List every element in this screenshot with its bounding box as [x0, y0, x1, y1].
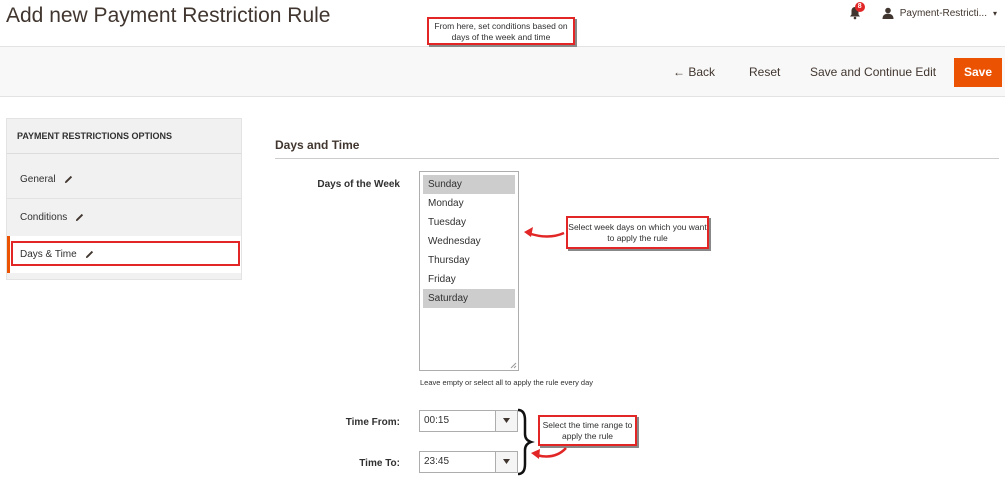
day-option-tuesday[interactable]: Tuesday	[423, 213, 515, 232]
days-of-week-multiselect[interactable]: Sunday Monday Tuesday Wednesday Thursday…	[419, 171, 519, 371]
section-title: Days and Time	[275, 138, 360, 152]
callout-select-time-range: Select the time range to apply the rule	[538, 415, 637, 446]
pencil-icon	[76, 213, 84, 221]
save-button[interactable]: Save	[954, 58, 1002, 87]
time-from-select[interactable]: 00:15	[419, 410, 518, 432]
day-option-friday[interactable]: Friday	[423, 270, 515, 289]
day-option-wednesday[interactable]: Wednesday	[423, 232, 515, 251]
callout-days-time-info: From here, set conditions based on days …	[427, 17, 575, 45]
notification-count-badge: 8	[854, 2, 865, 12]
time-from-value: 00:15	[424, 415, 450, 426]
page-actions-toolbar: ← Back Reset Save and Continue Edit Save	[0, 46, 1005, 97]
user-name: Payment-Restricti...	[899, 7, 987, 19]
time-to-value: 23:45	[424, 456, 450, 467]
day-option-monday[interactable]: Monday	[423, 194, 515, 213]
sidebar-item-label: Conditions	[20, 211, 68, 223]
sidebar-item-label: General	[20, 174, 56, 185]
dropdown-arrow[interactable]	[495, 452, 517, 472]
sidebar-item-conditions[interactable]: Conditions	[7, 198, 241, 235]
dropdown-arrow[interactable]	[495, 411, 517, 431]
days-hint-text: Leave empty or select all to apply the r…	[420, 378, 594, 387]
time-to-label: Time To:	[359, 458, 400, 469]
header-actions: 8 Payment-Restricti... ▾	[848, 2, 997, 20]
time-from-label: Time From:	[345, 417, 400, 428]
user-menu[interactable]: Payment-Restricti... ▾	[882, 7, 997, 19]
time-to-select[interactable]: 23:45	[419, 451, 518, 473]
section-divider	[275, 158, 999, 159]
callout-select-weekdays: Select week days on which you want to ap…	[566, 216, 709, 249]
caret-down-icon: ▾	[992, 8, 997, 18]
day-option-sunday[interactable]: Sunday	[423, 175, 515, 194]
user-icon	[882, 7, 894, 19]
resize-handle-icon[interactable]	[510, 362, 517, 369]
day-option-saturday[interactable]: Saturday	[423, 289, 515, 308]
day-option-thursday[interactable]: Thursday	[423, 251, 515, 270]
sidebar-item-general[interactable]: General	[7, 161, 241, 198]
days-time-highlight-box	[11, 241, 240, 266]
notifications-button[interactable]: 8	[848, 2, 865, 20]
pencil-icon	[64, 175, 72, 184]
reset-button[interactable]: Reset	[749, 47, 780, 97]
chevron-down-icon	[503, 459, 510, 464]
save-and-continue-button[interactable]: Save and Continue Edit	[810, 47, 936, 97]
chevron-down-icon	[503, 418, 510, 423]
back-button[interactable]: ← Back	[673, 47, 715, 97]
page-title: Add new Payment Restriction Rule	[6, 4, 331, 27]
days-of-week-label: Days of the Week	[317, 179, 400, 190]
sidebar-title: PAYMENT RESTRICTIONS OPTIONS	[7, 119, 241, 154]
